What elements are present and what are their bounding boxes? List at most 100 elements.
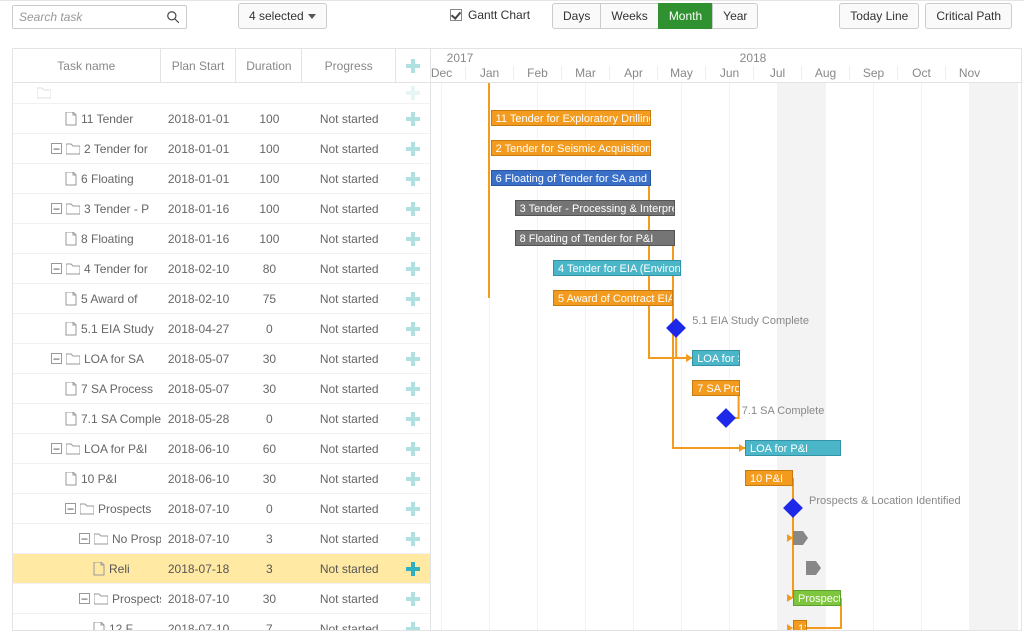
collapse-toggle[interactable] — [79, 533, 90, 544]
add-task-button[interactable] — [396, 441, 430, 457]
add-task-button[interactable] — [396, 321, 430, 337]
col-header-duration[interactable]: Duration — [236, 49, 302, 82]
zoom-weeks-button[interactable]: Weeks — [600, 3, 658, 29]
gantt-marker[interactable] — [806, 561, 816, 575]
gantt-marker[interactable] — [793, 531, 803, 545]
col-header-progress[interactable]: Progress — [302, 49, 396, 82]
table-row[interactable]: Reli2018-07-183Not started — [13, 553, 430, 583]
table-row[interactable] — [13, 83, 430, 103]
progress-cell: Not started — [302, 532, 396, 546]
table-row[interactable]: 7.1 SA Complete2018-05-280Not started — [13, 403, 430, 433]
today-line-button[interactable]: Today Line — [839, 3, 919, 29]
search-input[interactable] — [13, 6, 160, 28]
add-task-button[interactable] — [396, 561, 430, 577]
collapse-toggle[interactable] — [79, 593, 90, 604]
toolbar: 4 selected Gantt Chart Days Weeks Month … — [0, 0, 1024, 34]
file-icon — [65, 412, 77, 426]
zoom-year-button[interactable]: Year — [712, 3, 758, 29]
table-row[interactable]: 4 Tender for2018-02-1080Not started — [13, 253, 430, 283]
add-task-button[interactable] — [396, 111, 430, 127]
add-task-button[interactable] — [396, 351, 430, 367]
add-task-button[interactable] — [396, 471, 430, 487]
table-row[interactable]: LOA for SA2018-05-0730Not started — [13, 343, 430, 373]
collapse-toggle[interactable] — [51, 353, 62, 364]
add-task-button[interactable] — [396, 381, 430, 397]
plan-start-cell: 2018-02-10 — [161, 292, 237, 306]
table-row[interactable]: 12 F2018-07-107Not started — [13, 613, 430, 630]
add-task-button[interactable] — [396, 171, 430, 187]
gantt-milestone[interactable] — [716, 408, 736, 428]
table-row[interactable]: 6 Floating2018-01-01100Not started — [13, 163, 430, 193]
year-label: 2017 — [431, 50, 489, 65]
gantt-bar[interactable]: 8 Floating of Tender for P&I — [515, 230, 675, 246]
table-row[interactable]: No Prospects2018-07-103Not started — [13, 523, 430, 553]
collapse-toggle[interactable] — [65, 503, 76, 514]
search-task[interactable] — [12, 5, 187, 29]
gantt-milestone[interactable] — [783, 498, 803, 518]
gantt-chart-toggle[interactable]: Gantt Chart — [450, 8, 530, 22]
add-task-button[interactable] — [396, 231, 430, 247]
table-row[interactable]: 7 SA Process2018-05-0730Not started — [13, 373, 430, 403]
folder-icon — [66, 263, 80, 275]
add-task-button[interactable] — [396, 85, 430, 101]
collapse-toggle[interactable] — [51, 263, 62, 274]
task-name-cell: LOA for P&I — [84, 442, 147, 456]
progress-cell: Not started — [302, 502, 396, 516]
collapse-toggle[interactable] — [51, 143, 62, 154]
gantt-bar[interactable]: LOA for SA — [692, 350, 740, 366]
gantt-bar[interactable]: 10 P&I — [745, 470, 793, 486]
table-row[interactable]: 8 Floating2018-01-16100Not started — [13, 223, 430, 253]
plus-icon — [405, 171, 421, 187]
add-task-button[interactable] — [396, 141, 430, 157]
table-row[interactable]: LOA for P&I2018-06-1060Not started — [13, 433, 430, 463]
gantt-bar[interactable]: 4 Tender for EIA (Environment) — [553, 260, 681, 276]
gantt-bar[interactable]: 6 Floating of Tender for SA and Evaluati… — [491, 170, 651, 186]
table-row[interactable]: 5.1 EIA Study2018-04-270Not started — [13, 313, 430, 343]
col-header-taskname[interactable]: Task name — [13, 49, 161, 82]
search-icon[interactable] — [160, 10, 186, 24]
collapse-toggle[interactable] — [51, 443, 62, 454]
gantt-bar[interactable]: Prospects Id — [793, 590, 841, 606]
task-name-cell: 5.1 EIA Study — [81, 322, 154, 336]
duration-cell: 7 — [236, 622, 302, 631]
gantt-milestone[interactable] — [666, 318, 686, 338]
table-row[interactable]: Prospects2018-07-100Not started — [13, 493, 430, 523]
zoom-month-button[interactable]: Month — [658, 3, 713, 29]
add-task-button[interactable] — [396, 291, 430, 307]
gantt-bar[interactable]: 7 SA Process — [692, 380, 740, 396]
table-row[interactable]: 2 Tender for2018-01-01100Not started — [13, 133, 430, 163]
add-task-button[interactable] — [396, 591, 430, 607]
gantt-chart[interactable]: 20172018DecJanFebMarAprMayJunJulAugSepOc… — [431, 49, 1021, 630]
table-row[interactable]: 11 Tender2018-01-01100Not started — [13, 103, 430, 133]
duration-cell: 0 — [236, 412, 302, 426]
duration-cell: 100 — [236, 172, 302, 186]
add-task-button[interactable] — [396, 201, 430, 217]
file-icon — [93, 562, 105, 576]
table-row[interactable]: 5 Award of2018-02-1075Not started — [13, 283, 430, 313]
col-header-planstart[interactable]: Plan Start — [161, 49, 237, 82]
gantt-bar[interactable]: LOA for P&I — [745, 440, 841, 456]
add-task-button[interactable] — [396, 411, 430, 427]
gantt-bar[interactable]: 2 Tender for Seismic Acquisition(SA) — [491, 140, 651, 156]
plus-icon — [405, 291, 421, 307]
month-label: Feb — [513, 66, 561, 80]
critical-path-button[interactable]: Critical Path — [925, 3, 1012, 29]
add-task-button[interactable] — [396, 621, 430, 631]
add-task-button[interactable] — [396, 261, 430, 277]
plus-icon — [405, 141, 421, 157]
gantt-bar[interactable]: 12 — [793, 620, 807, 630]
gantt-bar[interactable]: 5 Award of Contract EIA Study — [553, 290, 673, 306]
table-row[interactable]: 10 P&I2018-06-1030Not started — [13, 463, 430, 493]
gantt-bar[interactable]: 3 Tender - Processing & Interpretation — [515, 200, 675, 216]
columns-dropdown[interactable]: 4 selected — [238, 3, 327, 29]
add-task-button[interactable] — [396, 501, 430, 517]
table-row[interactable]: Prospects Id2018-07-1030Not started — [13, 583, 430, 613]
add-column-button[interactable] — [396, 49, 430, 82]
add-task-button[interactable] — [396, 531, 430, 547]
month-label: Aug — [801, 66, 849, 80]
grid-header: Task name Plan Start Duration Progress — [13, 49, 430, 83]
gantt-bar[interactable]: 11 Tender for Exploratory Drilling — [491, 110, 651, 126]
table-row[interactable]: 3 Tender - P2018-01-16100Not started — [13, 193, 430, 223]
zoom-days-button[interactable]: Days — [552, 3, 601, 29]
collapse-toggle[interactable] — [51, 203, 62, 214]
